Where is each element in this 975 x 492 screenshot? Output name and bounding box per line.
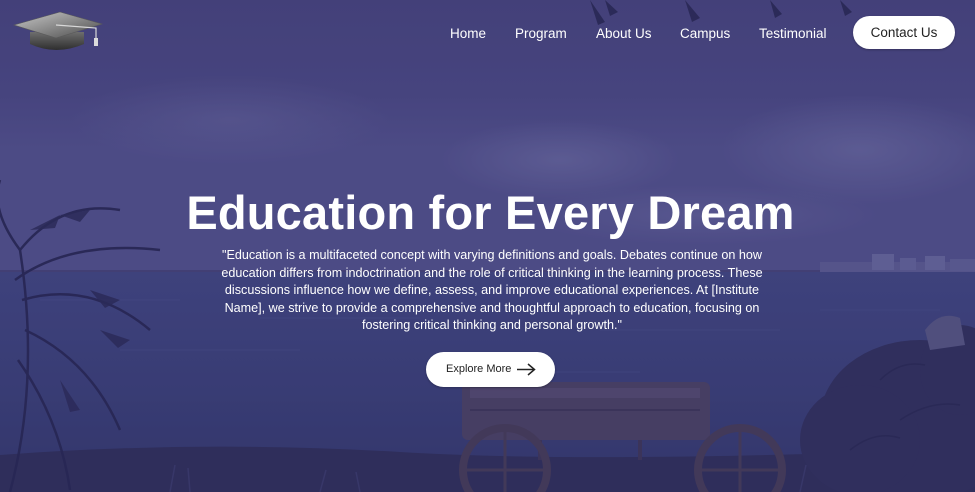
hero-headline: Education for Every Dream [186,186,795,239]
hero-section: Home Program About Us Campus Testimonial… [0,0,975,492]
nav-item-program[interactable]: Program [515,25,567,43]
nav-item-home[interactable]: Home [450,25,486,43]
contact-us-button[interactable]: Contact Us [853,16,955,49]
nav-item-testimonial[interactable]: Testimonial [759,25,827,43]
hero-background-image [0,0,975,492]
top-navigation: Home Program About Us Campus Testimonial… [0,0,975,66]
explore-more-label: Explore More [446,363,512,375]
nav-item-campus[interactable]: Campus [680,25,730,43]
nav-item-about-us[interactable]: About Us [596,25,652,43]
graduation-cap-icon[interactable] [12,10,104,55]
hero-description: "Education is a multifaceted concept wit… [221,248,763,333]
arrow-right-icon [517,363,536,376]
explore-more-button[interactable]: Explore More [426,352,555,387]
